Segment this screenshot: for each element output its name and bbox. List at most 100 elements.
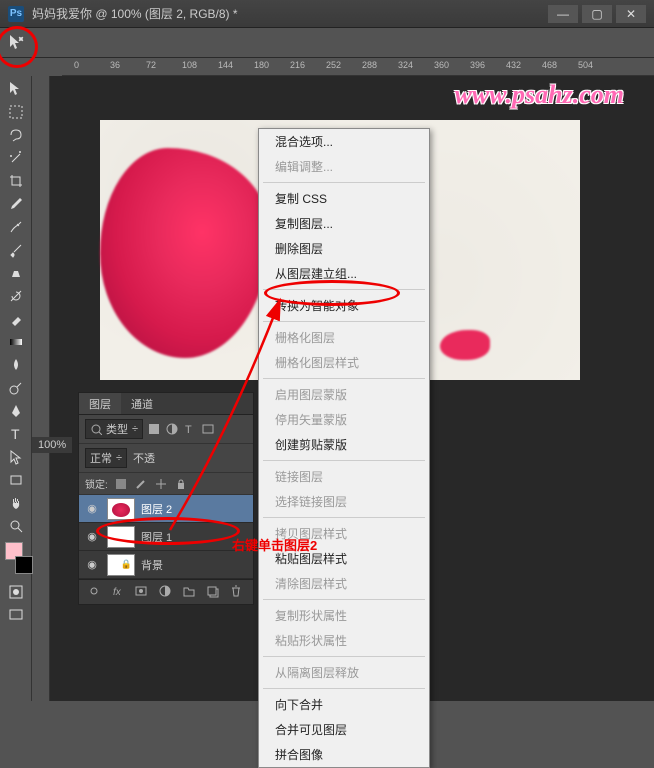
menu-separator xyxy=(263,182,425,183)
document-title: 妈妈我爱你 @ 100% (图层 2, RGB/8) * xyxy=(32,5,548,22)
close-button[interactable]: ✕ xyxy=(616,5,646,23)
menu-item[interactable]: 向下合并 xyxy=(259,692,429,717)
delete-layer-icon[interactable] xyxy=(229,584,245,600)
svg-text:fx: fx xyxy=(113,587,122,598)
brush-tool[interactable] xyxy=(3,239,29,261)
minimize-button[interactable]: — xyxy=(548,5,578,23)
dodge-tool[interactable] xyxy=(3,377,29,399)
visibility-toggle[interactable]: ◉ xyxy=(83,558,101,571)
lock-label: 锁定: xyxy=(85,476,108,491)
move-tool[interactable] xyxy=(3,78,29,100)
lock-position-icon[interactable] xyxy=(154,477,168,491)
eyedropper-tool[interactable] xyxy=(3,193,29,215)
filter-type-icon[interactable]: T xyxy=(183,422,197,436)
history-brush-tool[interactable] xyxy=(3,285,29,307)
eraser-tool[interactable] xyxy=(3,308,29,330)
menu-item: 停用矢量蒙版 xyxy=(259,407,429,432)
svg-text:T: T xyxy=(11,426,20,442)
zoom-indicator[interactable]: 100% xyxy=(32,437,72,453)
pen-tool[interactable] xyxy=(3,400,29,422)
menu-item: 链接图层 xyxy=(259,464,429,489)
adjustment-layer-icon[interactable] xyxy=(158,584,174,600)
title-bar: Ps 妈妈我爱你 @ 100% (图层 2, RGB/8) * — ▢ ✕ xyxy=(0,0,654,28)
link-layers-icon[interactable] xyxy=(87,584,103,600)
layer-thumbnail[interactable] xyxy=(107,498,135,520)
menu-separator xyxy=(263,378,425,379)
menu-item[interactable]: 创建剪贴蒙版 xyxy=(259,432,429,457)
menu-item: 栅格化图层样式 xyxy=(259,350,429,375)
menu-item[interactable]: 删除图层 xyxy=(259,236,429,261)
menu-item: 清除图层样式 xyxy=(259,571,429,596)
menu-item: 选择链接图层 xyxy=(259,489,429,514)
menu-item[interactable]: 合并可见图层 xyxy=(259,717,429,742)
hand-tool[interactable] xyxy=(3,492,29,514)
new-layer-icon[interactable] xyxy=(205,584,221,600)
ruler-vertical xyxy=(32,76,50,701)
crop-tool[interactable] xyxy=(3,170,29,192)
layer-name-label[interactable]: 图层 2 xyxy=(141,501,249,517)
layer-list: ◉ 图层 2 ◉ 图层 1 ◉ 🔒 背景 xyxy=(79,495,253,579)
menu-item: 启用图层蒙版 xyxy=(259,382,429,407)
layer-thumbnail[interactable]: 🔒 xyxy=(107,554,135,576)
visibility-toggle[interactable]: ◉ xyxy=(83,530,101,543)
menu-item: 复制形状属性 xyxy=(259,603,429,628)
layer-style-icon[interactable]: fx xyxy=(111,584,127,600)
menu-separator xyxy=(263,321,425,322)
filter-pixel-icon[interactable] xyxy=(147,422,161,436)
menu-item[interactable]: 复制图层... xyxy=(259,211,429,236)
layer-row[interactable]: ◉ 图层 2 xyxy=(79,495,253,523)
menu-item: 粘贴形状属性 xyxy=(259,628,429,653)
flower-petal xyxy=(440,330,490,360)
screen-mode-tool[interactable] xyxy=(3,604,29,626)
menu-separator xyxy=(263,289,425,290)
layer-filter-kind[interactable]: 类型 ÷ xyxy=(85,419,143,439)
filter-adjustment-icon[interactable] xyxy=(165,422,179,436)
watermark-text: www.psahz.com xyxy=(454,80,624,110)
group-icon[interactable] xyxy=(182,584,198,600)
path-selection-tool[interactable] xyxy=(3,446,29,468)
menu-item: 栅格化图层 xyxy=(259,325,429,350)
quick-mask-tool[interactable] xyxy=(3,581,29,603)
filter-shape-icon[interactable] xyxy=(201,422,215,436)
healing-brush-tool[interactable] xyxy=(3,216,29,238)
layer-mask-icon[interactable] xyxy=(134,584,150,600)
maximize-button[interactable]: ▢ xyxy=(582,5,612,23)
layer-row[interactable]: ◉ 图层 1 xyxy=(79,523,253,551)
type-tool[interactable]: T xyxy=(3,423,29,445)
menu-item[interactable]: 从图层建立组... xyxy=(259,261,429,286)
menu-item: 从隔离图层释放 xyxy=(259,660,429,685)
menu-item[interactable]: 混合选项... xyxy=(259,129,429,154)
menu-separator xyxy=(263,460,425,461)
app-icon: Ps xyxy=(8,6,24,22)
tab-channels[interactable]: 通道 xyxy=(121,393,163,414)
zoom-tool[interactable] xyxy=(3,515,29,537)
gradient-tool[interactable] xyxy=(3,331,29,353)
layer-name-label[interactable]: 背景 xyxy=(141,557,249,573)
layer-thumbnail[interactable] xyxy=(107,526,135,548)
lock-paint-icon[interactable] xyxy=(134,477,148,491)
menu-item[interactable]: 复制 CSS xyxy=(259,186,429,211)
background-color[interactable] xyxy=(15,556,33,574)
annotation-text: 右键单击图层2 xyxy=(232,535,317,554)
lock-all-icon[interactable] xyxy=(174,477,188,491)
lock-transparent-icon[interactable] xyxy=(114,477,128,491)
tab-layers[interactable]: 图层 xyxy=(79,393,121,414)
flower-image xyxy=(100,148,270,358)
clone-stamp-tool[interactable] xyxy=(3,262,29,284)
lock-icon: 🔒 xyxy=(121,559,132,570)
magic-wand-tool[interactable] xyxy=(3,147,29,169)
blur-tool[interactable] xyxy=(3,354,29,376)
layer-row[interactable]: ◉ 🔒 背景 xyxy=(79,551,253,579)
visibility-toggle[interactable]: ◉ xyxy=(83,502,101,515)
options-bar xyxy=(0,28,654,58)
menu-item[interactable]: 转换为智能对象 xyxy=(259,293,429,318)
opacity-label: 不透 xyxy=(133,450,155,466)
rectangle-tool[interactable] xyxy=(3,469,29,491)
menu-separator xyxy=(263,599,425,600)
marquee-tool[interactable] xyxy=(3,101,29,123)
move-tool-indicator xyxy=(4,31,28,55)
blend-mode-dropdown[interactable]: 正常 ÷ xyxy=(85,448,127,468)
menu-item[interactable]: 拼合图像 xyxy=(259,742,429,767)
lasso-tool[interactable] xyxy=(3,124,29,146)
color-swatch[interactable] xyxy=(5,542,27,564)
